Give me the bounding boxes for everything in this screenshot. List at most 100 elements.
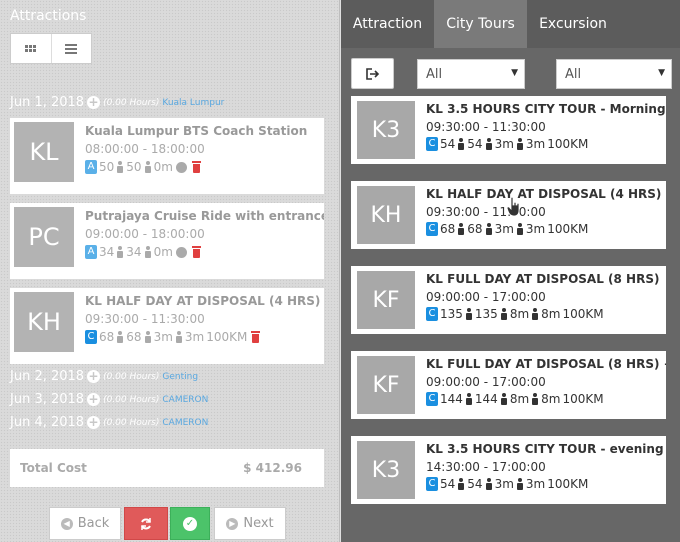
tour-thumbnail: KF — [357, 356, 415, 414]
item-time: 09:30:00 - 11:30:00 — [85, 312, 205, 326]
add-day-item-icon[interactable]: + — [87, 393, 101, 406]
arrow-right-icon: ▶ — [226, 517, 239, 530]
reset-button[interactable] — [124, 507, 168, 540]
day-location-link[interactable]: Genting — [162, 372, 198, 382]
tour-meta: C 68 68 3m 3m 100KM — [426, 222, 588, 236]
filter-select-2[interactable]: All ▼ — [556, 59, 672, 89]
child-icon — [500, 393, 507, 405]
type-badge: C — [426, 392, 438, 406]
total-cost-box: Total Cost $ 412.96 — [10, 449, 324, 487]
type-badge: C — [426, 307, 438, 321]
delete-icon[interactable] — [191, 246, 201, 258]
tour-time: 09:30:00 - 11:30:00 — [426, 120, 546, 134]
hand-cursor-icon — [507, 197, 520, 217]
list-icon — [65, 43, 78, 54]
adult-icon — [465, 308, 472, 320]
arrow-left-icon: ◀ — [60, 517, 73, 530]
type-badge: A — [85, 245, 97, 259]
child-icon — [144, 161, 151, 173]
add-day-item-icon[interactable]: + — [87, 370, 101, 383]
type-badge: A — [85, 160, 97, 174]
child-icon — [144, 331, 151, 343]
tour-card[interactable]: KF KL FULL DAY AT DISPOSAL (8 HRS) 09:00… — [351, 266, 666, 334]
itinerary-item[interactable]: KH KL HALF DAY AT DISPOSAL (4 HRS) - M 0… — [10, 288, 324, 364]
item-thumbnail: PC — [14, 207, 74, 267]
guide-icon — [516, 223, 523, 235]
delete-icon[interactable] — [191, 161, 201, 173]
type-badge: C — [426, 477, 438, 491]
item-title: Putrajaya Cruise Ride with entrance — [85, 209, 324, 223]
day-header: Jun 2, 2018 + (0.00 Hours) Genting — [10, 369, 199, 384]
tour-card[interactable]: KF KL FULL DAY AT DISPOSAL (8 HRS) + D 0… — [351, 351, 666, 419]
item-time: 08:00:00 - 18:00:00 — [85, 142, 205, 156]
child-icon — [485, 478, 492, 490]
day-location-link[interactable]: CAMERON — [162, 418, 208, 428]
adult-icon — [458, 223, 465, 235]
delete-icon[interactable] — [251, 331, 261, 343]
clock-icon — [175, 161, 187, 173]
tour-thumbnail: KF — [357, 271, 415, 329]
tour-meta: C 135 135 8m 8m 100KM — [426, 307, 604, 321]
tour-time: 09:30:00 - 11:30:00 — [426, 205, 546, 219]
tour-title: KL FULL DAY AT DISPOSAL (8 HRS) + D — [426, 357, 666, 371]
grid-view-button[interactable] — [11, 34, 51, 63]
tab-excursion[interactable]: Excursion — [527, 0, 619, 48]
tour-card[interactable]: K3 KL 3.5 HOURS CITY TOUR - evening cit … — [351, 436, 666, 504]
guide-icon — [516, 138, 523, 150]
grid-icon — [25, 45, 37, 52]
type-badge: C — [426, 222, 438, 236]
item-title: KL HALF DAY AT DISPOSAL (4 HRS) - M — [85, 294, 324, 308]
tour-title: KL FULL DAY AT DISPOSAL (8 HRS) — [426, 272, 660, 286]
tour-thumbnail: K3 — [357, 101, 415, 159]
item-time: 09:00:00 - 18:00:00 — [85, 227, 205, 241]
adult-icon — [117, 161, 124, 173]
adult-icon — [117, 331, 124, 343]
next-button[interactable]: ▶ Next — [214, 507, 286, 540]
item-thumbnail: KH — [14, 292, 74, 352]
tab-city-tours[interactable]: City Tours — [434, 0, 527, 48]
child-icon — [144, 246, 151, 258]
add-day-item-icon[interactable]: + — [87, 96, 101, 109]
sign-out-icon — [365, 67, 379, 80]
total-cost-label: Total Cost — [20, 461, 87, 475]
add-day-item-icon[interactable]: + — [87, 416, 101, 429]
filter-select-1[interactable]: All ▼ — [417, 59, 525, 89]
tour-time: 09:00:00 - 17:00:00 — [426, 375, 546, 389]
confirm-button[interactable]: ✓ — [170, 507, 210, 540]
type-badge: C — [85, 330, 97, 344]
day-header: Jun 1, 2018 + (0.00 Hours) Kuala Lumpur — [10, 95, 225, 110]
tour-thumbnail: K3 — [357, 441, 415, 499]
adult-icon — [117, 246, 124, 258]
guide-icon — [175, 331, 182, 343]
category-tabs: Attraction City Tours Excursion — [341, 0, 680, 48]
caret-down-icon: ▼ — [658, 68, 665, 78]
tour-meta: C 54 54 3m 3m 100KM — [426, 477, 588, 491]
catalog-panel: Attraction City Tours Excursion All ▼ Al… — [341, 0, 680, 542]
tour-title: KL 3.5 HOURS CITY TOUR - Morning ci — [426, 102, 666, 116]
tour-thumbnail: KH — [357, 186, 415, 244]
tour-time: 09:00:00 - 17:00:00 — [426, 290, 546, 304]
itinerary-item[interactable]: PC Putrajaya Cruise Ride with entrance 0… — [10, 203, 324, 279]
tour-title: KL 3.5 HOURS CITY TOUR - evening cit — [426, 442, 666, 456]
tab-attraction[interactable]: Attraction — [341, 0, 434, 48]
total-cost-value: $ 412.96 — [243, 461, 302, 475]
day-header: Jun 3, 2018 + (0.00 Hours) CAMERON — [10, 392, 209, 407]
list-view-button[interactable] — [50, 34, 91, 63]
itinerary-item[interactable]: KL Kuala Lumpur BTS Coach Station 08:00:… — [10, 118, 324, 194]
itinerary-panel: Attractions Jun 1, 2018 + (0.00 Hours) K… — [0, 0, 340, 542]
adult-icon — [465, 393, 472, 405]
day-location-link[interactable]: Kuala Lumpur — [162, 98, 224, 108]
tour-meta: C 54 54 3m 3m 100KM — [426, 137, 588, 151]
caret-down-icon: ▼ — [511, 68, 518, 78]
view-toggle — [10, 33, 92, 64]
item-title: Kuala Lumpur BTS Coach Station — [85, 124, 308, 138]
item-meta: C 68 68 3m 3m 100KM — [85, 330, 261, 344]
panel-title: Attractions — [10, 8, 87, 24]
child-icon — [485, 223, 492, 235]
adult-icon — [458, 478, 465, 490]
refresh-icon — [141, 517, 151, 530]
tour-card[interactable]: K3 KL 3.5 HOURS CITY TOUR - Morning ci 0… — [351, 96, 666, 164]
day-location-link[interactable]: CAMERON — [162, 395, 208, 405]
back-button[interactable]: ◀ Back — [49, 507, 121, 540]
exit-button[interactable] — [351, 58, 394, 89]
